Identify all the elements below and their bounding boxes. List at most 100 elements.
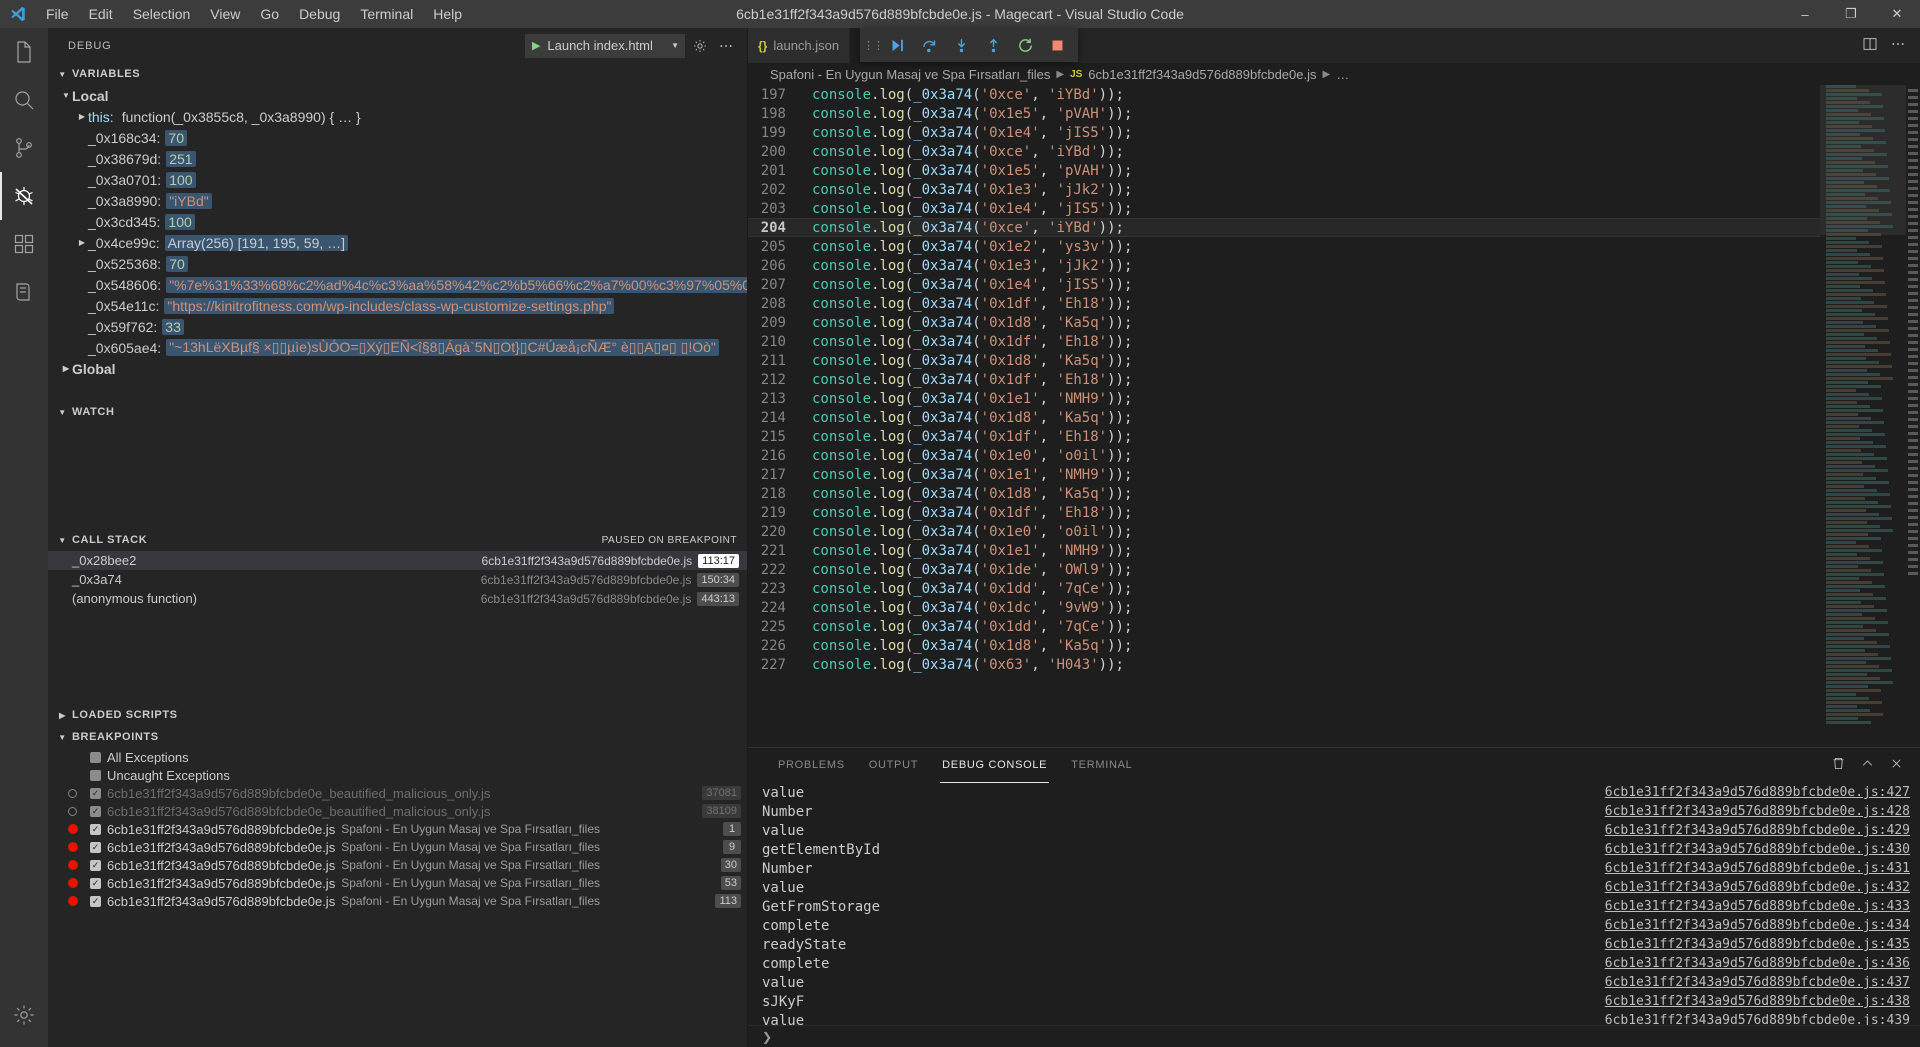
breakpoints-section-header[interactable]: ▼ BREAKPOINTS (48, 726, 747, 748)
variable-row[interactable]: _0x168c34:70 (48, 127, 747, 148)
code-line[interactable]: 197 console.log(_0x3a74('0xce', 'iYBd')); (748, 85, 1820, 104)
chevron-down-icon[interactable]: ▼ (56, 408, 69, 417)
console-source-link[interactable]: 6cb1e31ff2f343a9d576d889bfcbde0e.js:433 (1605, 899, 1920, 914)
tab-launch-json[interactable]: {} launch.json (748, 28, 851, 63)
files-icon[interactable] (0, 28, 48, 76)
close-button[interactable]: ✕ (1874, 0, 1920, 28)
code-line[interactable]: 212 console.log(_0x3a74('0x1df', 'Eh18'))… (748, 370, 1820, 389)
variable-row[interactable]: _0x605ae4: "~13hLëXBµf§ ×▯▯µìe)sÙÓO=▯Xý▯E… (48, 337, 747, 358)
exception-breakpoint-row[interactable]: Uncaught Exceptions (48, 766, 747, 784)
menu-edit[interactable]: Edit (79, 0, 123, 28)
breadcrumb-file[interactable]: 6cb1e31ff2f343a9d576d889bfcbde0e.js (1088, 67, 1316, 82)
code-line[interactable]: 223 console.log(_0x3a74('0x1dd', '7qCe'))… (748, 579, 1820, 598)
checkbox[interactable]: ✓ (90, 859, 101, 871)
chevron-right-icon[interactable]: ▶ (60, 364, 72, 373)
variable-row[interactable]: _0x3cd345:100 (48, 211, 747, 232)
clear-console-icon[interactable] (1831, 756, 1846, 775)
chevron-down-icon[interactable]: ▼ (663, 41, 680, 50)
breakpoint-row[interactable]: ✓ 6cb1e31ff2f343a9d576d889bfcbde0e.js Spaf… (48, 856, 747, 874)
checkbox[interactable]: ✓ (90, 805, 101, 817)
search-icon[interactable] (0, 76, 48, 124)
code-line[interactable]: 218 console.log(_0x3a74('0x1d8', 'Ka5q'))… (748, 484, 1820, 503)
breakpoint-dot-icon[interactable] (68, 896, 78, 906)
exception-breakpoint-row[interactable]: All Exceptions (48, 748, 747, 766)
code-line[interactable]: 198 console.log(_0x3a74('0x1e5', 'pVAH'))… (748, 104, 1820, 123)
code-line[interactable]: 221 console.log(_0x3a74('0x1e1', 'NMH9'))… (748, 541, 1820, 560)
gear-icon[interactable] (0, 991, 48, 1039)
variable-value[interactable]: "%7e%31%33%68%c2%ad%4c%c3%aa%58%42%c2%b5… (166, 276, 747, 293)
debug-icon[interactable] (0, 172, 48, 220)
breadcrumb-symbol[interactable]: … (1336, 67, 1349, 82)
code-line[interactable]: 215 console.log(_0x3a74('0x1df', 'Eh18'))… (748, 427, 1820, 446)
minimize-button[interactable]: – (1782, 0, 1828, 28)
menu-view[interactable]: View (200, 0, 250, 28)
maximize-button[interactable]: ❐ (1828, 0, 1874, 28)
chevron-right-icon[interactable]: ▶ (76, 238, 88, 247)
menu-file[interactable]: File (36, 0, 79, 28)
breakpoint-row[interactable]: ✓ 6cb1e31ff2f343a9d576d889bfcbde0e.js Spaf… (48, 838, 747, 856)
more-actions-icon[interactable] (1890, 36, 1906, 56)
launch-configuration-select[interactable]: ▶ Launch index.html ▼ (525, 33, 685, 58)
code-line[interactable]: 225 console.log(_0x3a74('0x1dd', '7qCe'))… (748, 617, 1820, 636)
continue-button[interactable] (882, 30, 912, 60)
code-line[interactable]: 219 console.log(_0x3a74('0x1df', 'Eh18'))… (748, 503, 1820, 522)
variable-row[interactable]: _0x38679d:251 (48, 148, 747, 169)
drag-handle-icon[interactable]: ⋮⋮ (863, 39, 884, 52)
checkbox[interactable]: ✓ (90, 895, 101, 907)
tab-debug-console[interactable]: DEBUG CONSOLE (932, 748, 1057, 783)
chevron-down-icon[interactable]: ▼ (56, 70, 69, 79)
overview-ruler[interactable] (1906, 85, 1920, 747)
step-out-button[interactable] (978, 30, 1008, 60)
console-source-link[interactable]: 6cb1e31ff2f343a9d576d889bfcbde0e.js:430 (1605, 842, 1920, 857)
code-line[interactable]: 222 console.log(_0x3a74('0x1de', 'OWl9'))… (748, 560, 1820, 579)
chevron-right-icon[interactable]: ▶ (76, 112, 88, 121)
restart-button[interactable] (1010, 30, 1040, 60)
stop-button[interactable] (1042, 30, 1072, 60)
callstack-row[interactable]: _0x3a74 6cb1e31ff2f343a9d576d889bfcbde0e.… (48, 570, 747, 589)
variable-value[interactable]: 251 (166, 150, 196, 167)
chevron-down-icon[interactable]: ▼ (56, 536, 69, 545)
console-source-link[interactable]: 6cb1e31ff2f343a9d576d889bfcbde0e.js:435 (1605, 937, 1920, 952)
code-line[interactable]: 227 console.log(_0x3a74('0x63', 'H043')); (748, 655, 1820, 674)
variable-row[interactable]: _0x59f762:33 (48, 316, 747, 337)
checkbox[interactable]: ✓ (90, 823, 101, 835)
checkbox[interactable]: ✓ (90, 787, 101, 799)
callstack-row[interactable]: _0x28bee2 6cb1e31ff2f343a9d576d889bfcbde0… (48, 551, 747, 570)
console-source-link[interactable]: 6cb1e31ff2f343a9d576d889bfcbde0e.js:438 (1605, 994, 1920, 1009)
book-icon[interactable] (0, 268, 48, 316)
variables-scope-local[interactable]: ▼ Local (48, 85, 747, 106)
console-source-link[interactable]: 6cb1e31ff2f343a9d576d889bfcbde0e.js:429 (1605, 823, 1920, 838)
code-line[interactable]: 206 console.log(_0x3a74('0x1e3', 'jJk2'))… (748, 256, 1820, 275)
step-into-button[interactable] (946, 30, 976, 60)
code-line[interactable]: 210 console.log(_0x3a74('0x1df', 'Eh18'))… (748, 332, 1820, 351)
breakpoint-dot-icon[interactable] (68, 878, 78, 888)
breakpoint-row[interactable]: ✓ 6cb1e31ff2f343a9d576d889bfcbde0e.js Spaf… (48, 874, 747, 892)
extensions-icon[interactable] (0, 220, 48, 268)
menu-help[interactable]: Help (423, 0, 472, 28)
menu-debug[interactable]: Debug (289, 0, 350, 28)
breakpoint-row[interactable]: ✓ 6cb1e31ff2f343a9d576d889bfcbde0e_beauti… (48, 802, 747, 820)
variable-value[interactable]: 100 (166, 171, 196, 188)
checkbox[interactable] (90, 769, 101, 781)
code-line[interactable]: 224 console.log(_0x3a74('0x1dc', '9vW9'))… (748, 598, 1820, 617)
breakpoint-row[interactable]: ✓ 6cb1e31ff2f343a9d576d889bfcbde0e_beauti… (48, 784, 747, 802)
code-line[interactable]: 226 console.log(_0x3a74('0x1d8', 'Ka5q'))… (748, 636, 1820, 655)
code-line[interactable]: 213 console.log(_0x3a74('0x1e1', 'NMH9'))… (748, 389, 1820, 408)
console-source-link[interactable]: 6cb1e31ff2f343a9d576d889bfcbde0e.js:439 (1605, 1013, 1920, 1025)
split-editor-icon[interactable] (1862, 36, 1878, 56)
variable-row[interactable]: _0x3a8990: "iYBd" (48, 190, 747, 211)
chevron-up-icon[interactable] (1860, 756, 1875, 775)
debug-console-input[interactable]: ❯ (748, 1025, 1920, 1047)
code-lines[interactable]: 197 console.log(_0x3a74('0xce', 'iYBd'));… (748, 85, 1820, 747)
variables-scope-global[interactable]: ▶ Global (48, 358, 747, 379)
code-line[interactable]: 205 console.log(_0x3a74('0x1e2', 'ys3v'))… (748, 237, 1820, 256)
code-line[interactable]: 217 console.log(_0x3a74('0x1e1', 'NMH9'))… (748, 465, 1820, 484)
git-branch-icon[interactable] (0, 124, 48, 172)
menu-terminal[interactable]: Terminal (350, 0, 423, 28)
code-line[interactable]: 201 console.log(_0x3a74('0x1e5', 'pVAH'))… (748, 161, 1820, 180)
variables-section-header[interactable]: ▼ VARIABLES (48, 63, 747, 85)
chevron-down-icon[interactable]: ▼ (60, 91, 72, 100)
code-line[interactable]: 203 console.log(_0x3a74('0x1e4', 'jIS5'))… (748, 199, 1820, 218)
debug-settings-gear-icon[interactable] (689, 35, 711, 57)
watch-list[interactable] (48, 423, 747, 529)
